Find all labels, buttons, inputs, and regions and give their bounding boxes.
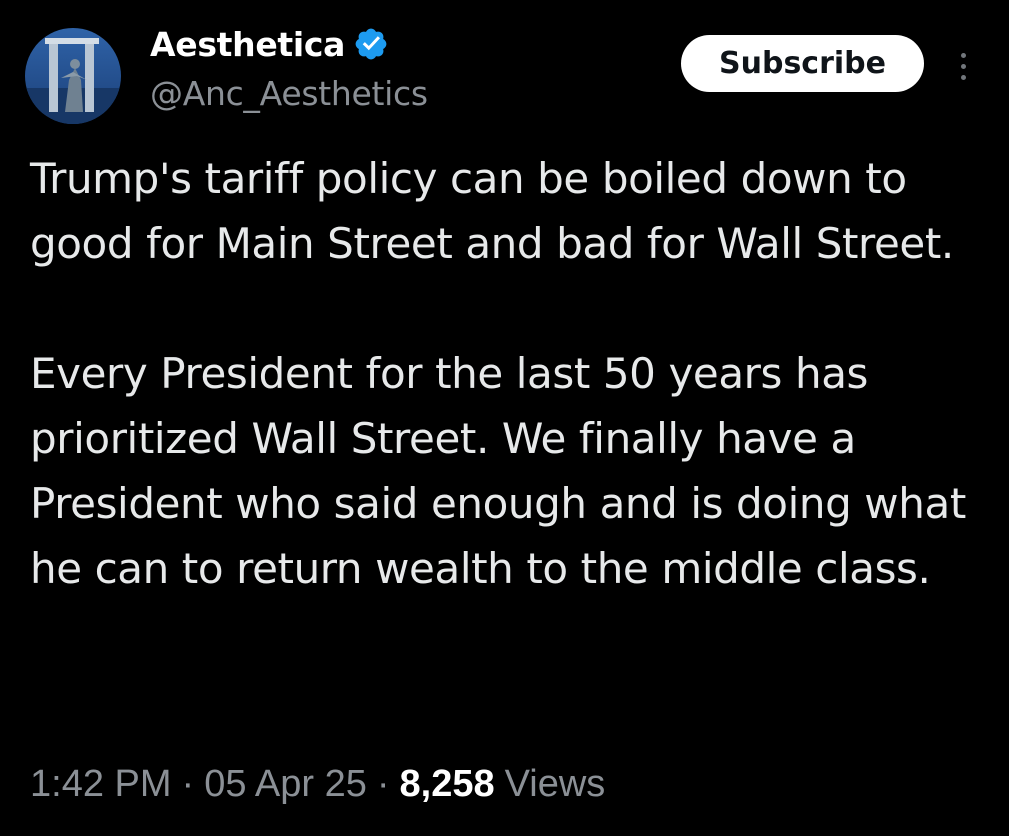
author-display-name[interactable]: Aesthetica (150, 25, 345, 64)
tweet-text: Trump's tariff policy can be boiled down… (30, 146, 990, 601)
tweet-metadata: 1:42 PM · 05 Apr 25 · 8,258 Views (30, 756, 605, 812)
tweet-time[interactable]: 1:42 PM (30, 763, 172, 806)
views-count[interactable]: 8,258 (400, 763, 495, 806)
avatar[interactable] (25, 28, 121, 124)
more-dot (960, 63, 966, 69)
views-label: Views (504, 762, 606, 805)
tweet-paragraph: Every President for the last 50 years ha… (30, 349, 966, 593)
author-name-row[interactable]: Aesthetica (150, 22, 389, 66)
more-dot (960, 52, 966, 58)
verified-badge-icon (353, 26, 389, 62)
more-dot (960, 74, 966, 80)
tweet: Aesthetica @Anc_Aesthetics Subscribe Tru… (0, 0, 1009, 836)
tweet-paragraph: Trump's tariff policy can be boiled down… (30, 154, 954, 268)
more-vertical-icon[interactable] (950, 46, 976, 86)
author-handle[interactable]: @Anc_Aesthetics (150, 74, 428, 113)
subscribe-button[interactable]: Subscribe (681, 35, 924, 92)
meta-separator: · (181, 762, 195, 805)
meta-separator: · (376, 762, 390, 805)
statue-avatar-icon (25, 28, 121, 124)
tweet-date[interactable]: 05 Apr 25 (204, 763, 367, 806)
